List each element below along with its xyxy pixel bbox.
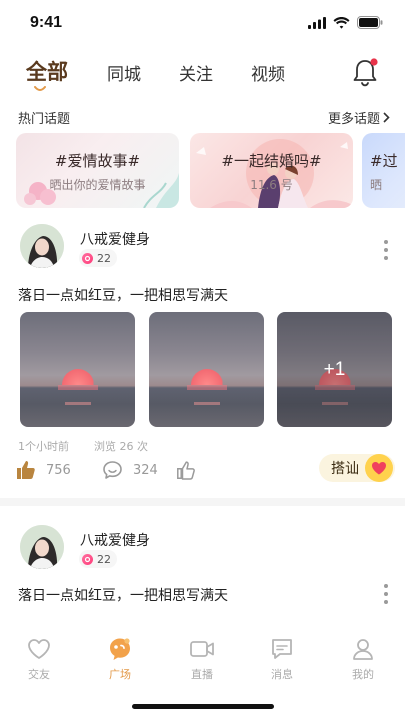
nav-label: 直播 bbox=[191, 668, 213, 681]
level-icon bbox=[82, 252, 93, 264]
post-text: 落日一点如红豆，一把相思写满天 bbox=[18, 588, 228, 604]
nav-label: 我的 bbox=[352, 668, 374, 681]
user-icon bbox=[353, 639, 373, 660]
nav-item-plaza[interactable]: 广场 bbox=[90, 636, 150, 682]
comment-button[interactable]: 324 bbox=[102, 460, 158, 480]
post-divider bbox=[0, 498, 405, 506]
nav-item-profile[interactable]: 我的 bbox=[333, 636, 393, 682]
plaza-icon bbox=[110, 638, 130, 660]
video-camera-icon bbox=[190, 641, 214, 657]
heart-icon bbox=[365, 454, 393, 482]
avatar[interactable] bbox=[20, 224, 64, 268]
battery-icon bbox=[357, 16, 383, 29]
chevron-right-icon bbox=[383, 112, 390, 123]
username[interactable]: 八戒爱健身 bbox=[80, 530, 150, 550]
topic-subtitle: 晒出你的爱情故事 bbox=[49, 178, 146, 192]
nav-label: 交友 bbox=[28, 668, 50, 681]
wifi-icon bbox=[333, 16, 350, 29]
avatar-image bbox=[20, 224, 64, 268]
more-options-icon[interactable] bbox=[383, 240, 389, 262]
tab-local[interactable]: 同城 bbox=[107, 60, 141, 85]
home-indicator bbox=[132, 704, 274, 709]
avatar-image bbox=[20, 525, 64, 569]
thumbs-up-outline-icon bbox=[177, 461, 195, 480]
level-icon bbox=[82, 553, 93, 565]
signal-icon bbox=[308, 16, 326, 29]
topic-subtitle: 晒 bbox=[370, 178, 383, 192]
hot-topics-header: 热门话题 更多话题 bbox=[18, 108, 390, 128]
post-photo-more[interactable]: +1 bbox=[277, 312, 392, 427]
flirt-button[interactable]: 搭讪 bbox=[319, 454, 395, 482]
gift-like-button[interactable] bbox=[176, 460, 196, 480]
notification-bell-icon[interactable] bbox=[351, 56, 381, 88]
username[interactable]: 八戒爱健身 bbox=[80, 229, 150, 249]
topic-card-marry[interactable]: #一起结婚吗# 11.6 号 bbox=[190, 133, 353, 208]
message-icon bbox=[272, 639, 292, 659]
hot-topics-list: #爱情故事# 晒出你的爱情故事 #一起结婚吗# 11.6 号 #过 晒 bbox=[16, 133, 405, 209]
post-photo[interactable] bbox=[20, 312, 135, 427]
tab-all[interactable]: 全部 bbox=[26, 56, 68, 86]
topic-title: #过 bbox=[370, 152, 398, 170]
level-badge: 22 bbox=[79, 550, 117, 568]
more-topics-link[interactable]: 更多话题 bbox=[328, 108, 390, 127]
top-tabs: 全部 同城 关注 视频 bbox=[0, 52, 405, 96]
topic-subtitle: 11.6 号 bbox=[250, 178, 293, 192]
post-time: 1个小时前 bbox=[18, 440, 69, 453]
comment-icon bbox=[103, 461, 122, 479]
heart-icon bbox=[28, 639, 50, 659]
status-icons bbox=[308, 16, 383, 29]
status-bar: 9:41 bbox=[0, 0, 405, 46]
topic-card-love-story[interactable]: #爱情故事# 晒出你的爱情故事 bbox=[16, 133, 179, 208]
topic-card-partial[interactable]: #过 晒 bbox=[362, 133, 405, 208]
bottom-nav: 交友 广场 直播 消息 我的 bbox=[0, 628, 405, 688]
level-badge: 22 bbox=[79, 249, 117, 267]
more-options-icon[interactable] bbox=[383, 584, 389, 606]
post-text: 落日一点如红豆，一把相思写满天 bbox=[18, 288, 228, 304]
extra-photo-count: +1 bbox=[323, 359, 346, 380]
topic-title: #爱情故事# bbox=[54, 152, 141, 170]
avatar[interactable] bbox=[20, 525, 64, 569]
tab-active-indicator bbox=[34, 86, 46, 91]
level-value: 22 bbox=[97, 552, 111, 566]
comment-count: 324 bbox=[133, 462, 158, 478]
post-photos: +1 bbox=[20, 312, 392, 428]
flirt-label: 搭讪 bbox=[331, 461, 359, 477]
post-views: 浏览 26 次 bbox=[94, 440, 148, 453]
nav-item-live[interactable]: 直播 bbox=[172, 636, 232, 682]
status-time: 9:41 bbox=[30, 14, 63, 31]
tab-video[interactable]: 视频 bbox=[251, 60, 285, 85]
thumbs-up-filled-icon bbox=[17, 461, 35, 479]
nav-item-messages[interactable]: 消息 bbox=[252, 636, 312, 682]
like-count: 756 bbox=[46, 462, 71, 478]
nav-label: 广场 bbox=[109, 668, 131, 681]
post-photo[interactable] bbox=[149, 312, 264, 427]
like-button[interactable]: 756 bbox=[16, 460, 71, 480]
more-topics-label: 更多话题 bbox=[327, 112, 380, 127]
level-value: 22 bbox=[97, 251, 111, 265]
nav-item-friends[interactable]: 交友 bbox=[9, 636, 69, 682]
nav-label: 消息 bbox=[271, 668, 293, 681]
tab-following[interactable]: 关注 bbox=[179, 60, 213, 85]
topic-title: #一起结婚吗# bbox=[221, 152, 322, 170]
hot-topics-title: 热门话题 bbox=[18, 112, 71, 127]
